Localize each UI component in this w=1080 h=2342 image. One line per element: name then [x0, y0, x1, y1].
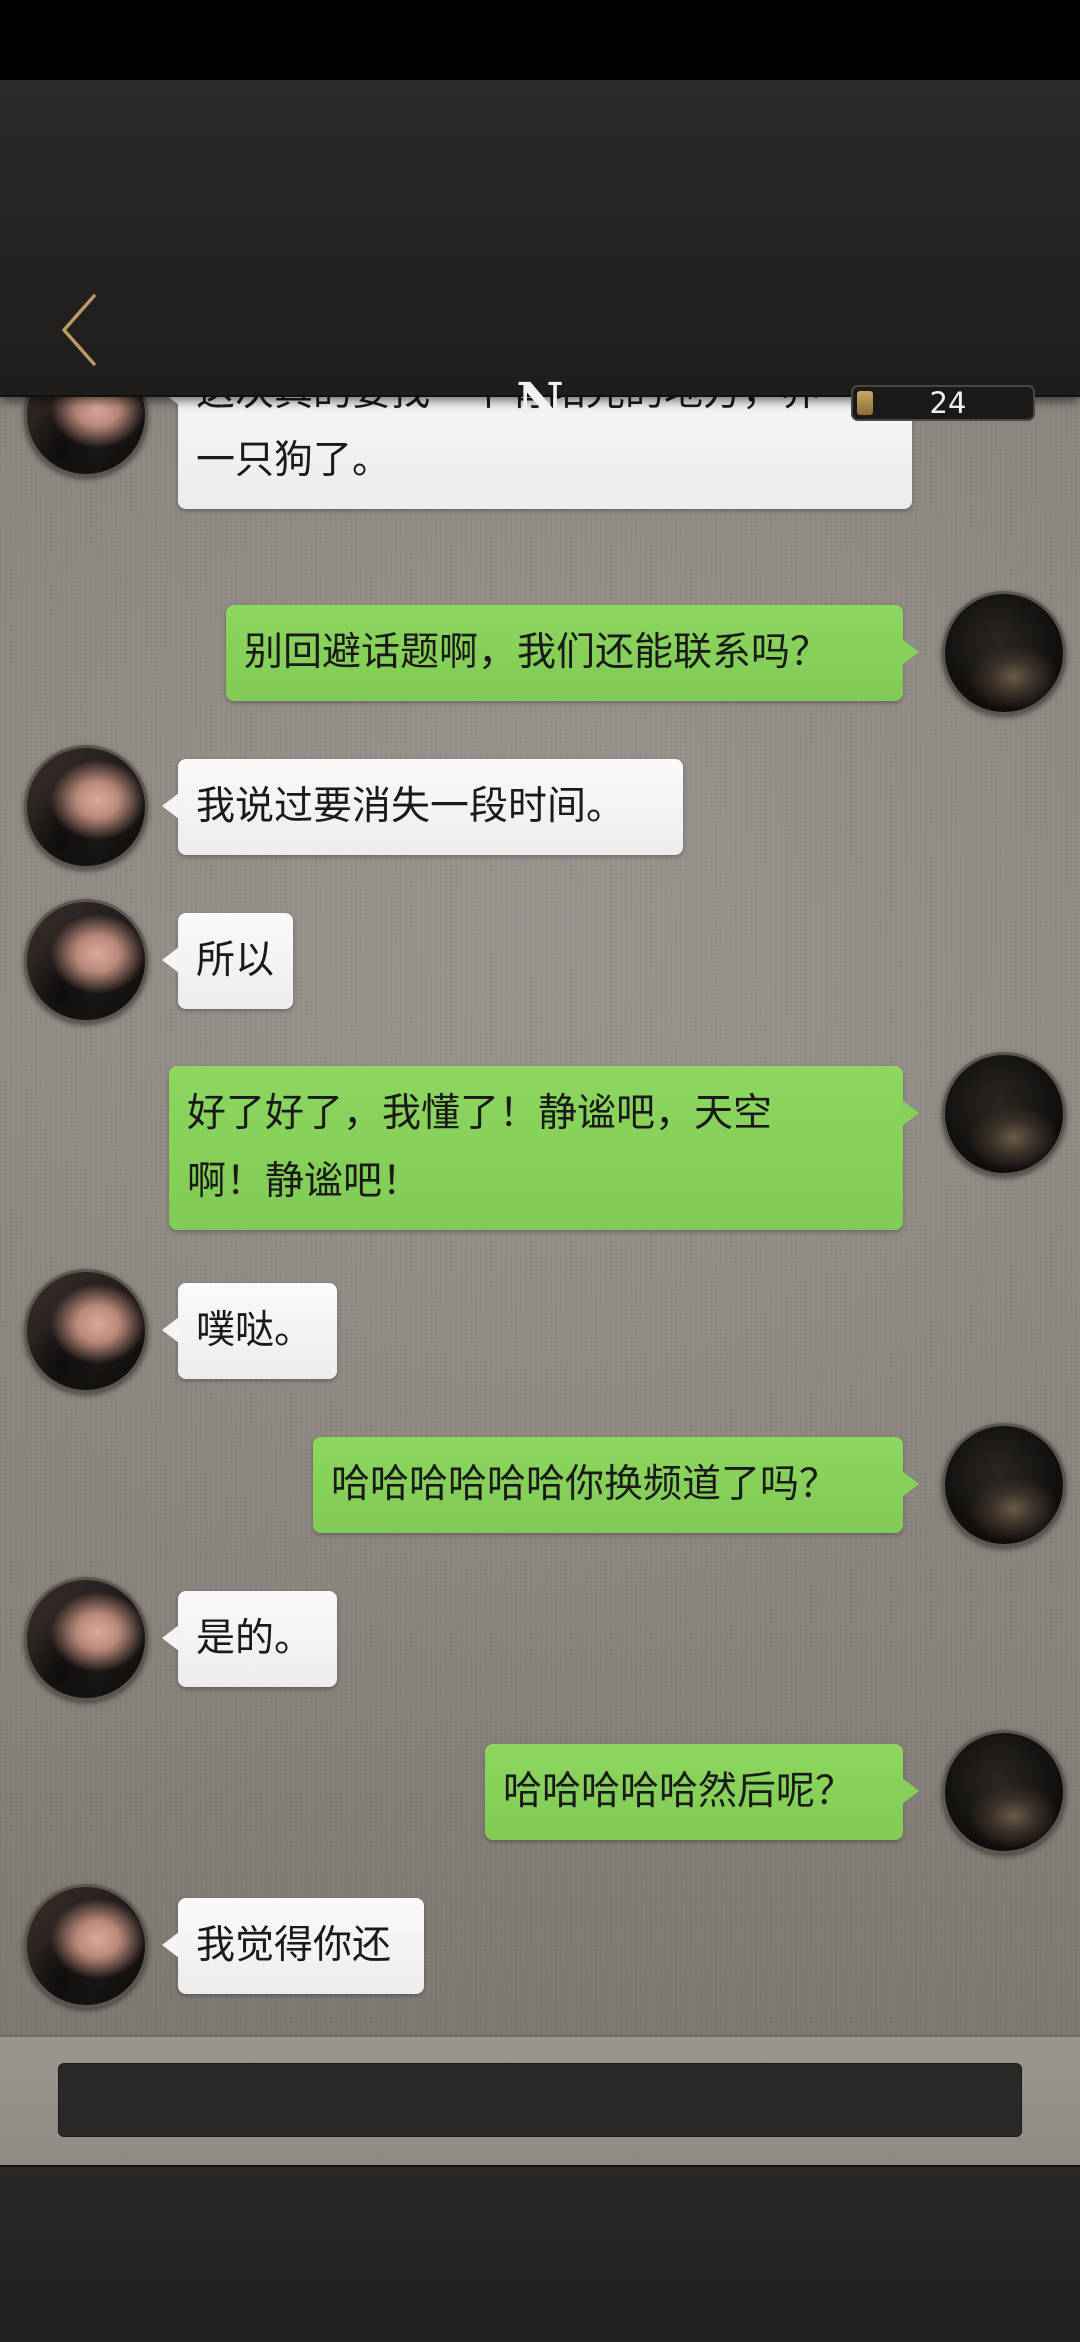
- incoming-message-bubble[interactable]: 我觉得你还: [162, 1898, 424, 1994]
- bottom-panel: [0, 2165, 1080, 2342]
- chevron-left-icon: [62, 294, 96, 366]
- contact-avatar[interactable]: [24, 395, 148, 477]
- outgoing-message-bubble[interactable]: 哈哈哈哈哈哈你换频道了吗？: [313, 1437, 919, 1533]
- contact-name: N: [516, 372, 564, 433]
- outgoing-message-bubble[interactable]: 哈哈哈哈哈然后呢？: [485, 1744, 919, 1840]
- counter-badge[interactable]: 24: [851, 385, 1035, 421]
- input-bar: [0, 2035, 1080, 2167]
- incoming-message-bubble[interactable]: 是的。: [162, 1591, 337, 1687]
- outgoing-message-bubble[interactable]: 好了好了，我懂了！静谧吧，天空 啊！静谧吧！: [169, 1066, 919, 1230]
- chat-header: N 24: [0, 80, 1080, 433]
- user-avatar[interactable]: [942, 1423, 1066, 1547]
- outgoing-message-bubble[interactable]: 别回避话题啊，我们还能联系吗？: [226, 605, 919, 701]
- user-avatar[interactable]: [942, 1052, 1066, 1176]
- message-list[interactable]: 这次真的要找一个有阳光的地方，养 一只狗了。 别回避话题啊，我们还能联系吗？ 我…: [0, 395, 1080, 2035]
- contact-avatar[interactable]: [24, 899, 148, 1023]
- user-avatar[interactable]: [942, 591, 1066, 715]
- contact-avatar[interactable]: [24, 1884, 148, 2008]
- incoming-message-bubble[interactable]: 我说过要消失一段时间。: [162, 759, 683, 855]
- counter-value: 24: [929, 386, 967, 420]
- counter-indicator: [857, 391, 873, 415]
- back-button[interactable]: [56, 280, 104, 380]
- contact-avatar[interactable]: [24, 1577, 148, 1701]
- contact-avatar[interactable]: [24, 1269, 148, 1393]
- incoming-message-bubble[interactable]: 噗哒。: [162, 1283, 337, 1379]
- incoming-message-bubble[interactable]: 所以: [162, 913, 293, 1009]
- status-bar: [0, 0, 1080, 80]
- user-avatar[interactable]: [942, 1730, 1066, 1854]
- message-input[interactable]: [58, 2063, 1022, 2137]
- contact-avatar[interactable]: [24, 745, 148, 869]
